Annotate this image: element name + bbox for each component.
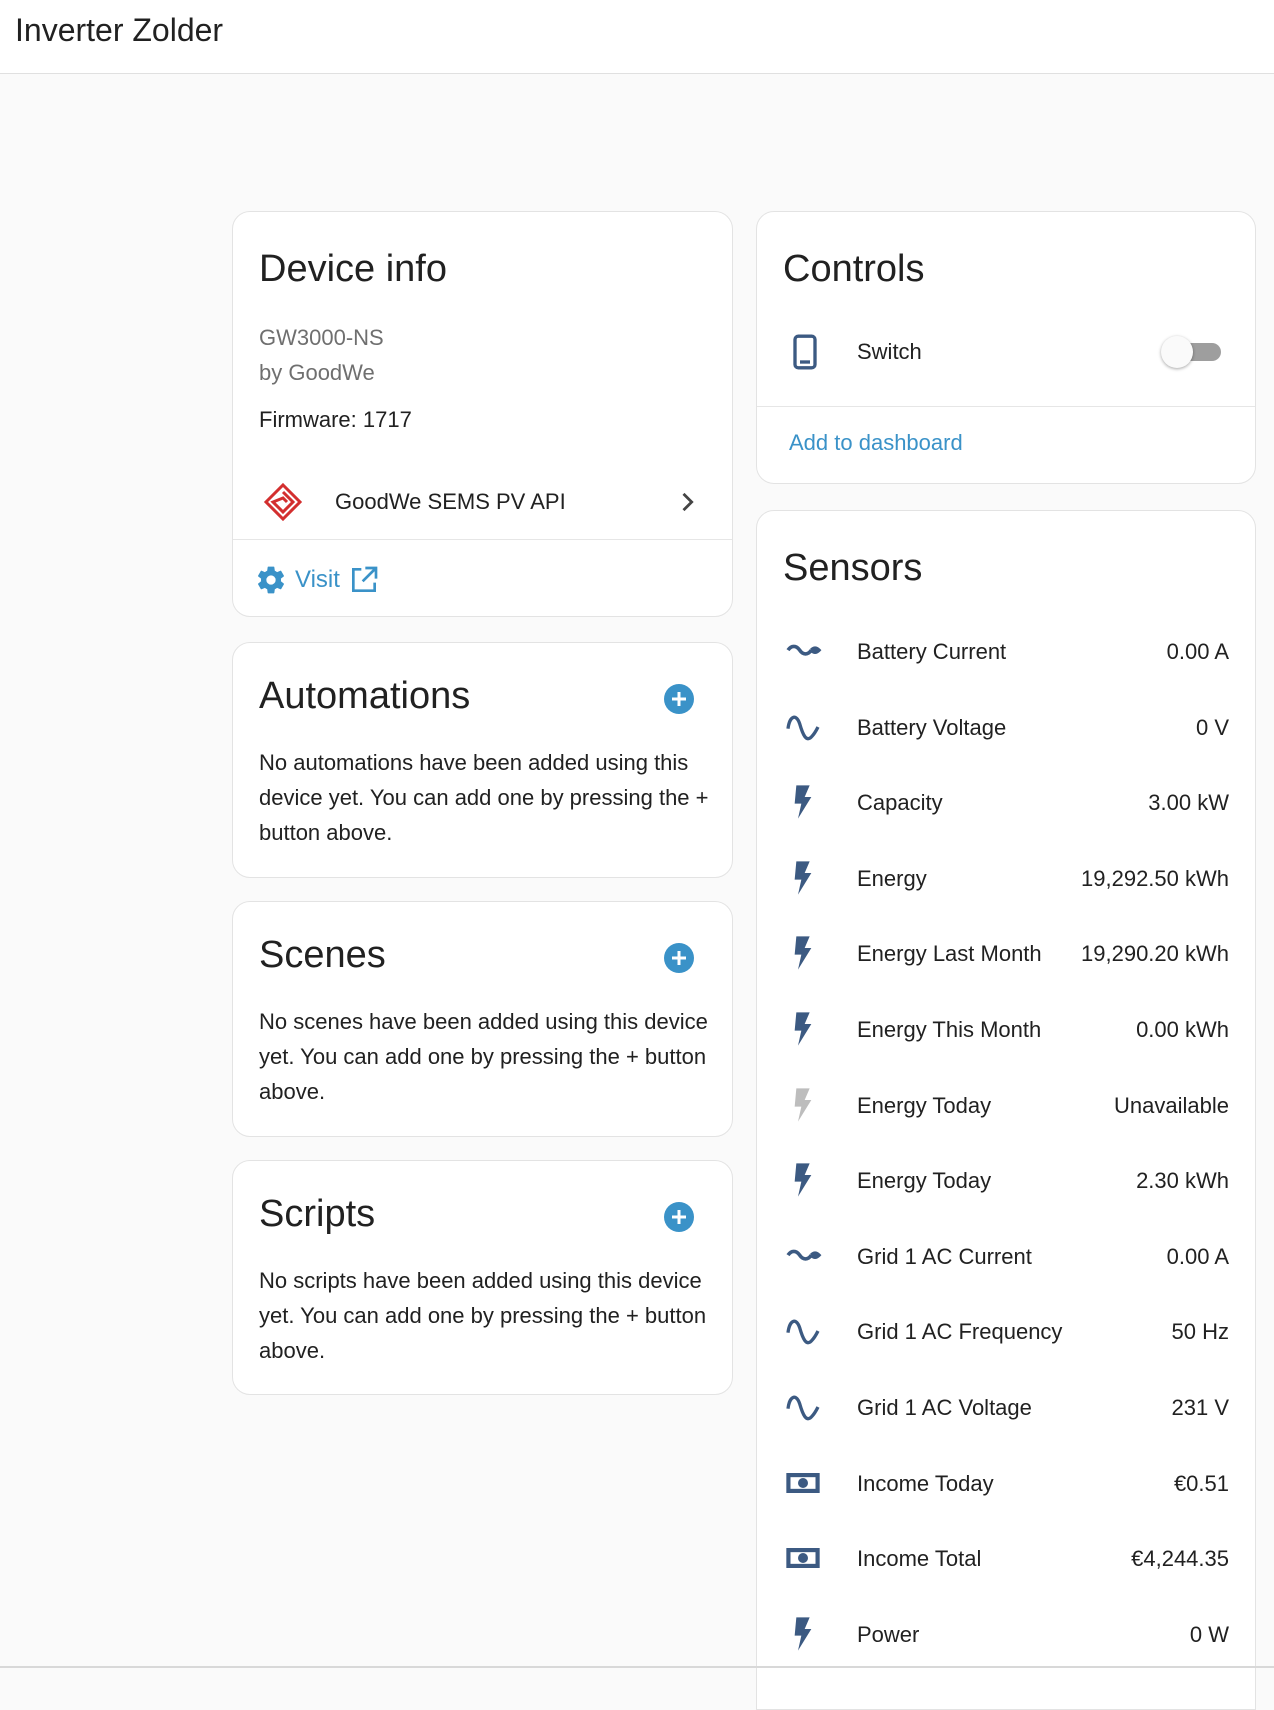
flash-icon: [794, 1163, 812, 1197]
sine-wave-icon: [786, 715, 820, 740]
sensor-value: 3.00 kW: [1148, 790, 1229, 816]
gear-icon: [258, 566, 284, 594]
visit-label: Visit: [295, 566, 340, 593]
flash-icon: [794, 861, 812, 895]
sensor-value: 2.30 kWh: [1136, 1168, 1229, 1194]
switch-row[interactable]: Switch: [757, 322, 1255, 382]
sensor-name: Battery Current: [857, 639, 1007, 664]
scripts-empty-text: No scripts have been added using this de…: [259, 1268, 707, 1363]
automations-empty-text: No automations have been added using thi…: [259, 750, 709, 845]
scenes-card: Scenes No scenes have been added using t…: [232, 901, 733, 1137]
sensor-name: Grid 1 AC Current: [857, 1243, 1032, 1269]
sensor-value: 0 W: [1189, 1621, 1229, 1647]
flash-disabled-icon: [794, 1087, 812, 1122]
visit-button[interactable]: Visit: [255, 560, 380, 600]
sensor-value: €4,244.35: [1131, 1546, 1229, 1572]
scripts-title: Scripts: [259, 1193, 376, 1235]
add-script-button[interactable]: [663, 1201, 695, 1233]
sensor-value: €0.51: [1173, 1470, 1229, 1496]
open-in-new-icon: [351, 566, 378, 592]
sensor-row[interactable]: Grid 1 AC Voltage 231 V: [757, 1369, 1255, 1445]
sensor-name: Energy Today: [857, 1092, 992, 1118]
sensor-name: Grid 1 AC Frequency: [857, 1319, 1063, 1345]
sensor-row[interactable]: Income Today €0.51: [757, 1445, 1255, 1521]
scenes-title: Scenes: [259, 934, 386, 976]
integration-label: GoodWe SEMS PV API: [335, 489, 566, 514]
page-title: Inverter Zolder: [15, 12, 224, 48]
divider: [757, 406, 1255, 407]
sensor-list: Battery Current 0.00 A Battery Voltage 0 V C…: [757, 613, 1255, 1671]
sensor-name: Power: [857, 1621, 920, 1647]
sensor-row[interactable]: Grid 1 AC Frequency 50 Hz: [757, 1293, 1255, 1369]
sensor-value: 0.00 A: [1166, 639, 1229, 664]
toggle-thumb: [1161, 336, 1193, 368]
top-app-bar: Inverter Zolder: [0, 0, 1274, 74]
sensors-title: Sensors: [783, 547, 923, 589]
integration-link[interactable]: GoodWe SEMS PV API: [233, 470, 732, 534]
sensor-name: Income Today: [857, 1470, 994, 1496]
device-manufacturer: by GoodWe: [259, 360, 375, 385]
sensor-name: Energy Last Month: [857, 941, 1042, 967]
sensors-card: Sensors Battery Current 0.00 A Battery Vol…: [756, 510, 1256, 1710]
switch-toggle[interactable]: [1161, 336, 1223, 368]
bottom-edge: [0, 1666, 1274, 1668]
sensor-row[interactable]: Capacity 3.00 kW: [757, 764, 1255, 840]
sensor-value: Unavailable: [1114, 1092, 1229, 1118]
sensor-row[interactable]: Energy Today Unavailable: [757, 1067, 1255, 1143]
sensor-name: Energy Today: [857, 1168, 992, 1194]
add-scene-button[interactable]: [663, 942, 695, 974]
controls-title: Controls: [783, 248, 925, 290]
automations-card: Automations No automations have been add…: [232, 642, 733, 878]
sensor-row[interactable]: Grid 1 AC Current 0.00 A: [757, 1218, 1255, 1294]
add-automation-button[interactable]: [663, 683, 695, 715]
device-info-card: Device info GW3000-NS by GoodWe Firmware…: [232, 211, 733, 617]
add-to-dashboard-button[interactable]: Add to dashboard: [789, 430, 963, 456]
sensor-row[interactable]: Power 0 W: [757, 1596, 1255, 1672]
cash-icon: [786, 1548, 820, 1569]
sensor-name: Battery Voltage: [857, 714, 1007, 740]
sensor-name: Grid 1 AC Voltage: [857, 1394, 1032, 1420]
flash-icon: [794, 936, 812, 971]
sensor-row[interactable]: Energy Today 2.30 kWh: [757, 1142, 1255, 1218]
sensor-row[interactable]: Income Total €4,244.35: [757, 1520, 1255, 1596]
sensor-value: 19,290.20 kWh: [1081, 941, 1229, 967]
sensor-row[interactable]: Energy 19,292.50 kWh: [757, 840, 1255, 916]
flash-icon: [794, 1012, 812, 1046]
current-ac-icon: [786, 644, 822, 656]
goodwe-logo-icon: [263, 482, 303, 522]
flash-icon: [794, 1617, 812, 1651]
sensor-value: 19,292.50 kWh: [1081, 865, 1229, 891]
sensor-row[interactable]: Energy This Month 0.00 kWh: [757, 991, 1255, 1067]
sensor-name: Energy: [857, 865, 927, 891]
automations-title: Automations: [259, 675, 471, 717]
sine-wave-icon: [786, 1320, 820, 1345]
phone-icon: [793, 334, 817, 370]
sensor-name: Energy This Month: [857, 1016, 1042, 1042]
sensor-value: 50 Hz: [1171, 1319, 1229, 1345]
switch-label: Switch: [857, 339, 922, 364]
device-model: GW3000-NS: [259, 325, 384, 350]
sensor-row[interactable]: Battery Current 0.00 A: [757, 613, 1255, 689]
controls-card: Controls Switch Add to dashboard: [756, 211, 1256, 484]
current-ac-icon: [786, 1249, 822, 1261]
sensor-value: 231 V: [1171, 1394, 1230, 1420]
sensor-value: 0 V: [1195, 714, 1229, 740]
sensor-value: 0.00 A: [1166, 1243, 1229, 1269]
sine-wave-icon: [786, 1395, 820, 1421]
sensor-row[interactable]: Energy Last Month 19,290.20 kWh: [757, 915, 1255, 991]
device-info-title: Device info: [259, 248, 447, 290]
scripts-card: Scripts No scripts have been added using…: [232, 1160, 733, 1395]
scenes-empty-text: No scenes have been added using this dev…: [259, 1009, 708, 1104]
divider: [233, 539, 732, 540]
sensor-row[interactable]: Battery Voltage 0 V: [757, 689, 1255, 765]
flash-icon: [794, 785, 812, 819]
sensor-name: Income Total: [857, 1546, 982, 1572]
sensor-value: 0.00 kWh: [1136, 1016, 1229, 1042]
chevron-right-icon: [682, 492, 694, 512]
sensor-name: Capacity: [857, 790, 943, 816]
device-firmware: Firmware: 1717: [259, 407, 412, 432]
cash-icon: [786, 1472, 820, 1493]
